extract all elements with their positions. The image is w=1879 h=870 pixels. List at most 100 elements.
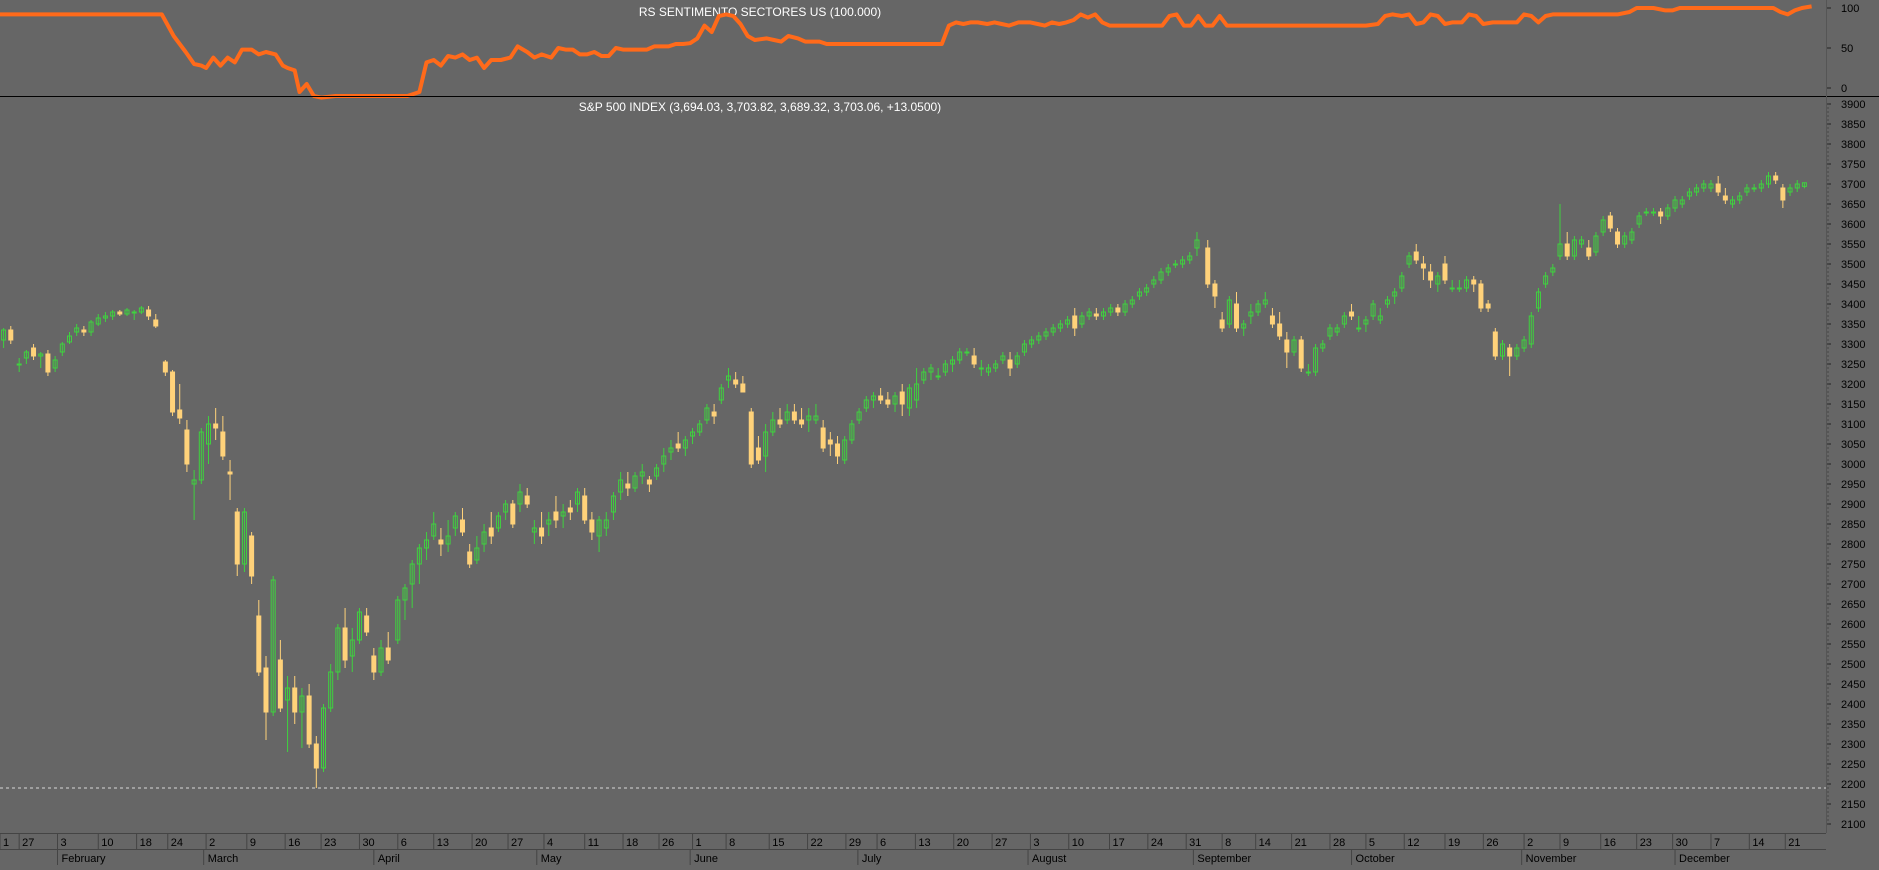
- month-label: May: [541, 853, 562, 865]
- candle-body: [553, 511, 559, 521]
- candle-body: [81, 329, 87, 333]
- price-y-tick-label: 3350: [1841, 319, 1865, 331]
- candle-body: [582, 495, 588, 521]
- candle-body: [1751, 187, 1757, 190]
- candle-body: [733, 379, 739, 385]
- candle-body: [1277, 323, 1283, 337]
- candle-body: [153, 319, 159, 327]
- candle-body: [213, 423, 219, 429]
- candle-body: [1643, 211, 1649, 214]
- candle-body: [711, 411, 717, 417]
- day-label: 21: [1295, 837, 1307, 849]
- candle-body: [1428, 271, 1434, 281]
- day-label: 13: [918, 837, 930, 849]
- candle-body: [234, 511, 240, 565]
- candle-body: [1442, 263, 1448, 281]
- candle-body: [1773, 175, 1779, 181]
- candle-body: [1507, 347, 1513, 357]
- candle-down: [170, 370, 176, 416]
- candle-body: [755, 447, 761, 461]
- candle-body: [364, 615, 370, 633]
- price-y-tick-label: 2850: [1841, 519, 1865, 531]
- day-label: 2: [209, 837, 215, 849]
- indicator-y-tick-label: 50: [1841, 43, 1853, 55]
- candle-body: [885, 399, 891, 405]
- price-y-tick-label: 2250: [1841, 759, 1865, 771]
- candle-body: [646, 479, 652, 485]
- month-label: March: [208, 853, 239, 865]
- candle-down: [1492, 328, 1498, 360]
- candle-body: [827, 439, 833, 445]
- chart-svg: RS SENTIMENTO SECTORES US (100.000) 0 50 1…: [0, 0, 1879, 865]
- day-label: 20: [957, 837, 969, 849]
- day-label: 1: [3, 837, 9, 849]
- candle-down: [249, 532, 255, 584]
- price-y-tick-label: 3000: [1841, 459, 1865, 471]
- price-y-tick-label: 3100: [1841, 419, 1865, 431]
- candle-body: [675, 443, 681, 449]
- candle-body: [1615, 231, 1621, 245]
- candle-body: [899, 391, 905, 405]
- candle-body: [342, 627, 348, 661]
- price-y-tick-label: 3400: [1841, 299, 1865, 311]
- candle-body: [1420, 263, 1426, 269]
- candle-body: [971, 355, 977, 365]
- candle-body: [1650, 211, 1656, 214]
- month-label: October: [1356, 853, 1395, 865]
- candle-body: [1007, 359, 1013, 369]
- candle-body: [878, 395, 884, 401]
- candle-body: [1349, 311, 1355, 317]
- candle-body: [220, 431, 226, 457]
- day-label: 3: [61, 837, 67, 849]
- candle-body: [1305, 371, 1311, 374]
- candle-body: [1492, 331, 1498, 357]
- price-y-tick-label: 2150: [1841, 799, 1865, 811]
- day-label: 9: [250, 837, 256, 849]
- price-title: S&P 500 INDEX (3,694.03, 3,703.82, 3,689…: [579, 100, 941, 114]
- day-label: 29: [849, 837, 861, 849]
- day-label: 6: [880, 837, 886, 849]
- candle-body: [227, 471, 233, 475]
- day-label: 14: [1752, 837, 1764, 849]
- candle-body: [567, 507, 573, 513]
- price-y-tick-label: 3250: [1841, 359, 1865, 371]
- candle-body: [1715, 183, 1721, 193]
- month-label: February: [62, 853, 107, 865]
- day-label: 20: [475, 837, 487, 849]
- day-label: 2: [1527, 837, 1533, 849]
- price-y-tick-label: 2550: [1841, 639, 1865, 651]
- candle-body: [249, 535, 255, 577]
- candle-body: [1115, 307, 1121, 313]
- day-label: 5: [1369, 837, 1375, 849]
- day-label: 10: [101, 837, 113, 849]
- day-label: 26: [662, 837, 674, 849]
- day-label: 17: [1112, 837, 1124, 849]
- candle-body: [488, 527, 494, 537]
- price-y-tick-label: 3700: [1841, 179, 1865, 191]
- candle-body: [791, 411, 797, 421]
- day-label: 23: [1640, 837, 1652, 849]
- day-label: 18: [140, 837, 152, 849]
- price-y-tick-label: 3900: [1841, 99, 1865, 111]
- month-label: July: [862, 853, 882, 865]
- candle-body: [510, 503, 516, 525]
- price-y-tick-label: 2200: [1841, 779, 1865, 791]
- candle-body: [1607, 215, 1613, 229]
- candle-down: [510, 500, 516, 528]
- price-y-tick-label: 2600: [1841, 619, 1865, 631]
- indicator-y-tick-label: 0: [1841, 83, 1847, 95]
- candle-body: [799, 419, 805, 425]
- candle-body: [740, 383, 746, 393]
- day-label: 27: [22, 837, 34, 849]
- day-label: 19: [1448, 837, 1460, 849]
- day-label: 13: [437, 837, 449, 849]
- candle-body: [313, 743, 319, 769]
- candle-body: [371, 655, 377, 673]
- month-label: April: [378, 853, 400, 865]
- month-label: August: [1032, 853, 1066, 865]
- price-y-tick-label: 2500: [1841, 659, 1865, 671]
- candle-body: [131, 311, 137, 314]
- chart-background: [0, 0, 1879, 865]
- candle-body: [385, 647, 391, 661]
- day-label: 27: [511, 837, 523, 849]
